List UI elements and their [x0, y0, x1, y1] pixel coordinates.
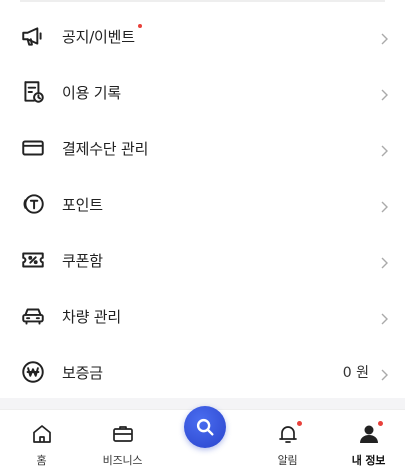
briefcase-icon	[111, 422, 135, 446]
won-coin-icon	[20, 359, 46, 385]
tab-alerts[interactable]: 알림	[247, 416, 328, 472]
credit-card-icon	[20, 135, 46, 161]
menu-item-label: 포인트	[62, 195, 103, 214]
tab-label: 비즈니스	[102, 454, 143, 467]
menu-item-notice[interactable]: 공지/이벤트	[0, 8, 405, 64]
settings-menu: 공지/이벤트 이용 기록 결제수단 관리 포인트 쿠폰함 차량 관리 보증금 0…	[0, 8, 405, 400]
chevron-right-icon	[379, 310, 389, 325]
menu-item-deposit[interactable]: 보증금 0 원	[0, 344, 405, 400]
point-coin-icon	[20, 191, 46, 217]
new-badge-dot	[137, 23, 142, 28]
chevron-right-icon	[379, 30, 389, 45]
chevron-right-icon	[379, 254, 389, 269]
menu-item-vehicle[interactable]: 차량 관리	[0, 288, 405, 344]
car-icon	[20, 303, 46, 329]
menu-item-points[interactable]: 포인트	[0, 176, 405, 232]
megaphone-icon	[20, 23, 46, 49]
menu-item-label: 쿠폰함	[62, 251, 103, 270]
menu-item-label: 공지/이벤트	[62, 27, 135, 46]
chevron-right-icon	[379, 366, 389, 381]
menu-item-label: 결제수단 관리	[62, 139, 149, 158]
chevron-right-icon	[379, 86, 389, 101]
tab-my-info[interactable]: 내 정보	[328, 416, 405, 472]
chevron-right-icon	[379, 198, 389, 213]
menu-item-history[interactable]: 이용 기록	[0, 64, 405, 120]
tab-label: 알림	[277, 454, 298, 467]
chevron-right-icon	[379, 142, 389, 157]
coupon-icon	[20, 247, 46, 273]
tab-label: 홈	[36, 454, 47, 467]
menu-item-coupon[interactable]: 쿠폰함	[0, 232, 405, 288]
tab-business[interactable]: 비즈니스	[82, 416, 163, 472]
tab-home[interactable]: 홈	[1, 416, 82, 472]
tab-label: 내 정보	[351, 454, 386, 467]
search-fab-button[interactable]	[184, 406, 226, 448]
menu-item-label: 보증금	[62, 363, 103, 382]
menu-item-label: 이용 기록	[62, 83, 121, 102]
home-icon	[30, 422, 54, 446]
alert-badge-dot	[296, 421, 302, 426]
menu-item-label: 차량 관리	[62, 307, 121, 326]
person-icon	[357, 421, 383, 446]
receipt-clock-icon	[20, 79, 46, 105]
bell-icon	[276, 421, 302, 446]
search-icon	[194, 416, 216, 438]
deposit-amount: 0 원	[342, 365, 369, 381]
top-divider	[20, 0, 385, 2]
menu-item-payment[interactable]: 결제수단 관리	[0, 120, 405, 176]
profile-badge-dot	[377, 421, 383, 426]
